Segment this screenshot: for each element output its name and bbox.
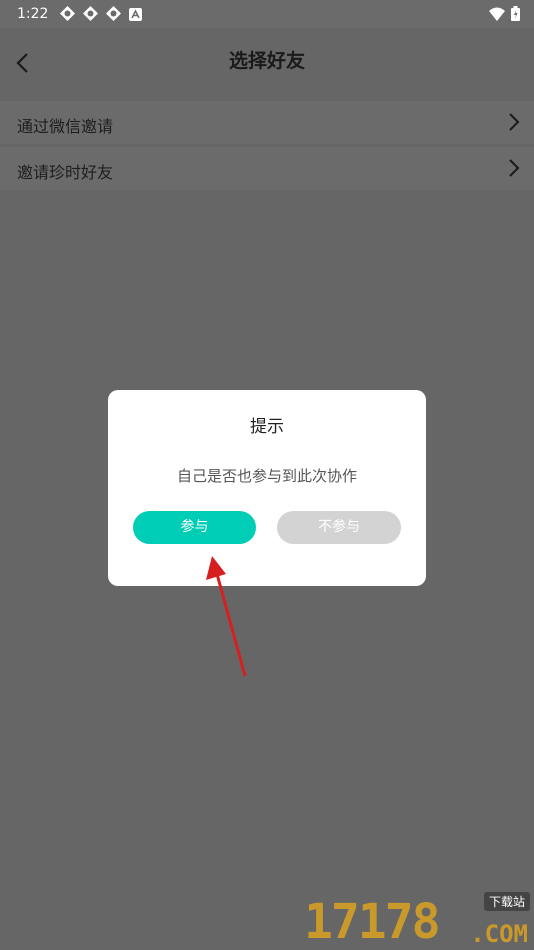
watermark-badge: 下载站: [483, 892, 530, 911]
app-notification-icon: [83, 6, 98, 21]
list-item-wechat-invite[interactable]: 通过微信邀请: [0, 101, 534, 144]
dialog-title: 提示: [250, 417, 284, 437]
chevron-right-icon: [509, 113, 520, 131]
header: 选择好友: [0, 28, 534, 90]
font-notification-icon: [129, 6, 144, 21]
notification-icons: [60, 6, 144, 21]
wifi-icon: [489, 6, 505, 25]
app-notification-icon: [106, 6, 121, 21]
list-item-invite-friends[interactable]: 邀请珍时好友: [0, 147, 534, 190]
battery-icon: [511, 6, 520, 25]
list-item-label: 邀请珍时好友: [17, 163, 114, 182]
list-item-label: 通过微信邀请: [17, 117, 114, 136]
system-icons: [489, 6, 520, 25]
watermark-logo: 17178 下载站 .COM: [304, 890, 530, 950]
page-title: 选择好友: [228, 50, 305, 72]
chevron-right-icon: [509, 159, 520, 177]
red-arrow-annotation: [206, 556, 247, 677]
dialog-message: 自己是否也参与到此次协作: [176, 467, 357, 485]
decline-button[interactable]: 不参与: [277, 511, 401, 544]
app-notification-icon: [60, 6, 75, 21]
status-time: 1:22: [17, 6, 49, 22]
participate-button[interactable]: 参与: [133, 511, 256, 544]
status-bar: 1:22: [0, 0, 534, 28]
watermark-number: 17178: [304, 894, 440, 950]
prompt-dialog: 提示 自己是否也参与到此次协作 参与 不参与: [108, 390, 426, 586]
watermark-domain: .COM: [470, 920, 528, 948]
